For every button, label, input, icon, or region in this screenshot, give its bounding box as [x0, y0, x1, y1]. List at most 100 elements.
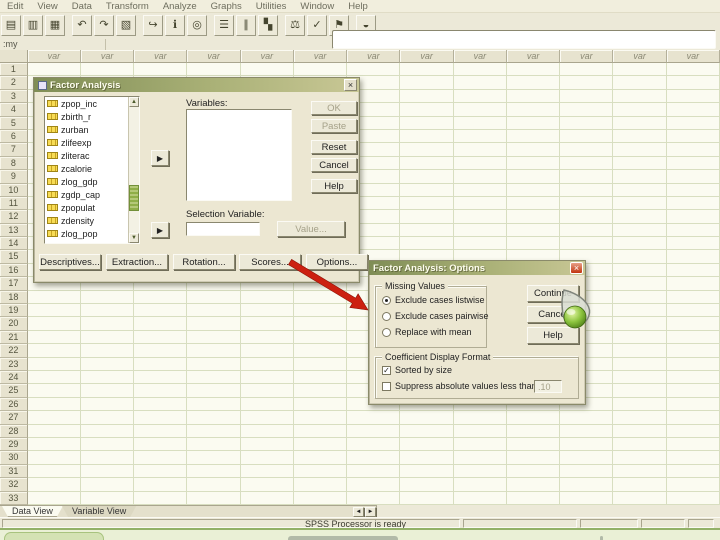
scroll-down-icon[interactable]: ▼: [129, 233, 139, 243]
grid-cell[interactable]: [666, 76, 720, 90]
grid-cell[interactable]: [506, 491, 561, 505]
grid-cell[interactable]: [560, 156, 614, 171]
grid-cell[interactable]: [134, 397, 188, 412]
grid-cell[interactable]: [613, 89, 667, 104]
grid-cell[interactable]: [80, 384, 135, 398]
grid-cell[interactable]: [613, 63, 667, 77]
grid-cell[interactable]: [453, 63, 507, 77]
grid-cell[interactable]: [80, 451, 135, 465]
menu-item-analyze[interactable]: Analyze: [156, 1, 204, 12]
grid-cell[interactable]: [80, 304, 135, 318]
help-button[interactable]: Help: [527, 327, 579, 344]
grid-cell[interactable]: [506, 437, 561, 452]
row-header[interactable]: 16: [0, 263, 28, 278]
find-button[interactable]: ◎: [187, 15, 207, 36]
grid-cell[interactable]: [613, 196, 667, 211]
grid-cell[interactable]: [666, 63, 720, 77]
grid-cell[interactable]: [400, 156, 454, 171]
grid-cell[interactable]: [613, 237, 667, 251]
grid-cell[interactable]: [666, 478, 720, 492]
cell-edit-input[interactable]: [332, 30, 716, 49]
grid-cell[interactable]: [666, 223, 720, 238]
grid-cell[interactable]: [187, 317, 241, 331]
grid-cell[interactable]: [400, 210, 454, 224]
selection-variable-field[interactable]: [186, 222, 260, 236]
reset-button[interactable]: Reset: [311, 140, 357, 154]
grid-cell[interactable]: [347, 411, 401, 425]
grid-cell[interactable]: [80, 330, 135, 345]
menu-item-view[interactable]: View: [30, 1, 64, 12]
grid-cell[interactable]: [613, 437, 667, 452]
grid-cell[interactable]: [506, 210, 561, 224]
grid-cell[interactable]: [400, 437, 454, 452]
grid-cell[interactable]: [560, 129, 614, 144]
row-header[interactable]: 31: [0, 464, 28, 479]
grid-cell[interactable]: [187, 384, 241, 398]
grid-cell[interactable]: [187, 451, 241, 465]
grid-cell[interactable]: [506, 143, 561, 157]
grid-cell[interactable]: [240, 491, 294, 505]
menu-item-edit[interactable]: Edit: [0, 1, 30, 12]
grid-cell[interactable]: [666, 384, 720, 398]
grid-cell[interactable]: [613, 250, 667, 264]
grid-cell[interactable]: [293, 424, 348, 438]
grid-cell[interactable]: [400, 491, 454, 505]
grid-cell[interactable]: [27, 370, 81, 385]
grid-cell[interactable]: [666, 277, 720, 291]
grid-cell[interactable]: [293, 63, 348, 77]
grid-cell[interactable]: [80, 317, 135, 331]
grid-cell[interactable]: [613, 330, 667, 345]
radio-exclude-cases-listwise[interactable]: Exclude cases listwise: [382, 295, 485, 305]
grid-cell[interactable]: [453, 424, 507, 438]
grid-cell[interactable]: [666, 317, 720, 331]
grid-cell[interactable]: [666, 464, 720, 479]
grid-cell[interactable]: [240, 384, 294, 398]
source-list-scrollbar[interactable]: ▲ ▼: [128, 97, 139, 243]
grid-cell[interactable]: [560, 223, 614, 238]
grid-cell[interactable]: [506, 464, 561, 479]
grid-cell[interactable]: [293, 304, 348, 318]
ok-button[interactable]: OK: [311, 101, 357, 115]
row-header[interactable]: 23: [0, 357, 28, 371]
grid-cell[interactable]: [613, 370, 667, 385]
grid-cell[interactable]: [400, 478, 454, 492]
grid-cell[interactable]: [453, 76, 507, 90]
row-header[interactable]: 28: [0, 424, 28, 438]
grid-cell[interactable]: [187, 304, 241, 318]
menu-item-transform[interactable]: Transform: [99, 1, 156, 12]
hscroll-left-arrow-icon[interactable]: ◄: [353, 507, 364, 517]
descriptives-button[interactable]: Descriptives...: [39, 254, 101, 270]
row-header[interactable]: 1: [0, 63, 28, 77]
grid-cell[interactable]: [240, 330, 294, 345]
grid-cell[interactable]: [187, 478, 241, 492]
column-header[interactable]: var: [400, 50, 454, 63]
grid-cell[interactable]: [560, 76, 614, 90]
grid-cell[interactable]: [347, 437, 401, 452]
dialog-recall-button[interactable]: ▦: [45, 15, 65, 36]
list-item-zlog_gdp[interactable]: zlog_gdp: [45, 175, 139, 188]
grid-cell[interactable]: [666, 237, 720, 251]
grid-cell[interactable]: [293, 370, 348, 385]
grid-cell[interactable]: [240, 357, 294, 371]
grid-cell[interactable]: [506, 129, 561, 144]
grid-cell[interactable]: [453, 411, 507, 425]
column-header[interactable]: var: [240, 50, 294, 63]
grid-cell[interactable]: [293, 317, 348, 331]
grid-cell[interactable]: [187, 330, 241, 345]
grid-cell[interactable]: [613, 263, 667, 278]
grid-cell[interactable]: [134, 344, 188, 358]
row-header[interactable]: 11: [0, 196, 28, 211]
grid-cell[interactable]: [666, 103, 720, 117]
grid-cell[interactable]: [613, 183, 667, 197]
grid-cell[interactable]: [293, 411, 348, 425]
grid-cell[interactable]: [80, 478, 135, 492]
grid-cell[interactable]: [80, 424, 135, 438]
goto-chart-button[interactable]: ▧: [116, 15, 136, 36]
row-header[interactable]: 3: [0, 89, 28, 104]
save-button[interactable]: ▤: [1, 15, 21, 36]
column-header[interactable]: var: [187, 50, 241, 63]
row-header[interactable]: 19: [0, 304, 28, 318]
grid-cell[interactable]: [666, 129, 720, 144]
row-header[interactable]: 18: [0, 290, 28, 305]
grid-cell[interactable]: [453, 156, 507, 171]
